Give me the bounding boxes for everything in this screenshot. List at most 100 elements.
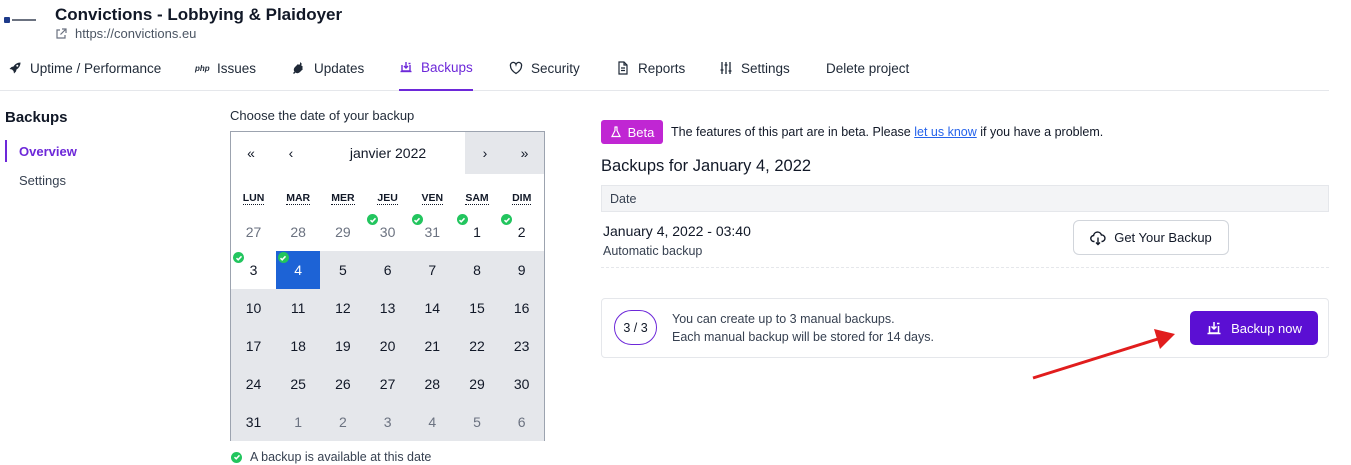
let-us-know-link[interactable]: let us know bbox=[914, 125, 977, 139]
calendar-day: 27 bbox=[245, 224, 262, 240]
tab-issues[interactable]: php Issues bbox=[195, 45, 256, 91]
calendar-day: 7 bbox=[409, 251, 455, 289]
calendar-day: 26 bbox=[320, 365, 366, 403]
weekday-header: DIM bbox=[499, 192, 544, 205]
beta-label: Beta bbox=[627, 124, 655, 140]
sidebar-title: Backups bbox=[5, 109, 68, 126]
calendar-day: 23 bbox=[499, 327, 545, 365]
sidebar-item-label: Overview bbox=[19, 143, 77, 159]
backup-available-check-icon bbox=[501, 214, 513, 225]
calendar-day: 18 bbox=[275, 327, 321, 365]
calendar-day: 27 bbox=[365, 365, 411, 403]
sidebar-item-settings[interactable]: Settings bbox=[5, 169, 175, 191]
backups-title: Backups for January 4, 2022 bbox=[601, 157, 812, 175]
backup-icon bbox=[1207, 322, 1221, 335]
project-url-text: https://convictions.eu bbox=[75, 26, 197, 41]
beta-badge: Beta bbox=[601, 120, 663, 144]
tab-delete-project[interactable]: Delete project bbox=[826, 45, 909, 91]
backup-now-button[interactable]: Backup now bbox=[1190, 311, 1318, 345]
plug-icon bbox=[293, 62, 303, 74]
backups-table-header: Date bbox=[601, 185, 1329, 212]
calendar-day: 12 bbox=[320, 289, 366, 327]
calendar-day: 5 bbox=[320, 251, 366, 289]
calendar-day: 30 bbox=[499, 365, 545, 403]
calendar-day: 13 bbox=[365, 289, 411, 327]
external-link-icon bbox=[56, 27, 67, 39]
weekday-label: MER bbox=[331, 192, 355, 205]
weekday-header: SAM bbox=[455, 192, 500, 205]
weekday-header: JEU bbox=[365, 192, 410, 205]
calendar-next-button[interactable]: › bbox=[465, 132, 505, 174]
calendar-day: 16 bbox=[499, 289, 545, 327]
sidebar-item-overview[interactable]: Overview bbox=[5, 140, 175, 162]
get-your-backup-button[interactable]: Get Your Backup bbox=[1073, 220, 1229, 255]
calendar-day: 1 bbox=[275, 403, 321, 441]
calendar-label: Choose the date of your backup bbox=[230, 108, 415, 123]
sidebar-item-label: Settings bbox=[19, 172, 66, 188]
tab-reports[interactable]: Reports bbox=[616, 45, 685, 91]
tab-label: Updates bbox=[314, 60, 365, 76]
calendar-legend: A backup is available at this date bbox=[231, 450, 431, 464]
calendar-day: 31 bbox=[231, 403, 276, 441]
backup-calendar: « ‹ janvier 2022 › » LUN MAR MER JEU VEN SAM D… bbox=[230, 131, 545, 441]
php-icon: php bbox=[195, 63, 210, 73]
weekday-label: MAR bbox=[286, 192, 311, 205]
tab-settings[interactable]: Settings bbox=[719, 45, 790, 91]
backup-available-check-icon bbox=[367, 214, 379, 225]
sliders-icon bbox=[720, 62, 732, 74]
calendar-day: 4 bbox=[409, 403, 455, 441]
beta-text-before: The features of this part are in beta. P… bbox=[671, 125, 911, 139]
row-divider bbox=[601, 267, 1329, 268]
tab-security[interactable]: Security bbox=[509, 45, 580, 91]
calendar-day: 22 bbox=[454, 327, 500, 365]
tab-label: Delete project bbox=[826, 60, 910, 76]
weekday-label: LUN bbox=[242, 192, 265, 205]
backup-available-check-icon bbox=[277, 252, 289, 263]
backup-entry-type: Automatic backup bbox=[603, 244, 703, 258]
manual-backup-counter: 3 / 3 bbox=[614, 310, 657, 345]
calendar-prev-button[interactable]: ‹ bbox=[271, 132, 311, 174]
manual-backup-info-2: Each manual backup will be stored for 14… bbox=[672, 330, 934, 344]
calendar-first-button[interactable]: « bbox=[231, 132, 271, 174]
calendar-day: 15 bbox=[454, 289, 500, 327]
annotation-arrow bbox=[1032, 329, 1175, 380]
weekday-label: DIM bbox=[512, 192, 532, 205]
calendar-day: 25 bbox=[275, 365, 321, 403]
tab-uptime-performance[interactable]: Uptime / Performance bbox=[8, 45, 161, 91]
backup-icon bbox=[400, 62, 412, 73]
cloud-download-icon bbox=[1090, 230, 1106, 245]
calendar-day: 9 bbox=[499, 251, 545, 289]
project-url-link[interactable]: https://convictions.eu bbox=[55, 26, 196, 41]
calendar-month-label[interactable]: janvier 2022 bbox=[311, 132, 465, 174]
calendar-last-button[interactable]: » bbox=[505, 132, 544, 174]
project-logo bbox=[4, 14, 38, 28]
weekday-label: VEN bbox=[421, 192, 444, 205]
tab-label: Issues bbox=[217, 60, 257, 76]
tab-label: Reports bbox=[638, 60, 686, 76]
calendar-day: 6 bbox=[499, 403, 545, 441]
tab-backups[interactable]: Backups bbox=[399, 45, 473, 91]
project-title: Convictions - Lobbying & Plaidoyer bbox=[55, 5, 343, 24]
calendar-day: 14 bbox=[409, 289, 455, 327]
calendar-day: 11 bbox=[275, 289, 321, 327]
weekday-header: MAR bbox=[276, 192, 321, 205]
calendar-day: 28 bbox=[409, 365, 455, 403]
tab-updates[interactable]: Updates bbox=[292, 45, 364, 91]
tab-label: Settings bbox=[741, 60, 790, 76]
calendar-day: 28 bbox=[290, 224, 306, 240]
beta-text-after: if you have a problem. bbox=[980, 125, 1104, 139]
project-tabs: Uptime / Performance php Issues Updates … bbox=[0, 45, 1329, 91]
weekday-header: LUN bbox=[231, 192, 276, 205]
calendar-day: 21 bbox=[409, 327, 455, 365]
check-circle-icon bbox=[231, 451, 242, 463]
calendar-day: 6 bbox=[365, 251, 411, 289]
calendar-day: 5 bbox=[454, 403, 500, 441]
manual-backup-panel: 3 / 3 You can create up to 3 manual back… bbox=[601, 298, 1329, 358]
backup-available-check-icon bbox=[456, 214, 468, 225]
calendar-day: 29 bbox=[335, 224, 351, 240]
beta-notice: The features of this part are in beta. P… bbox=[671, 125, 1103, 139]
weekday-label: JEU bbox=[377, 192, 398, 205]
calendar-day: 2 bbox=[320, 403, 366, 441]
calendar-day: 17 bbox=[231, 327, 276, 365]
get-your-backup-label: Get Your Backup bbox=[1114, 230, 1212, 245]
